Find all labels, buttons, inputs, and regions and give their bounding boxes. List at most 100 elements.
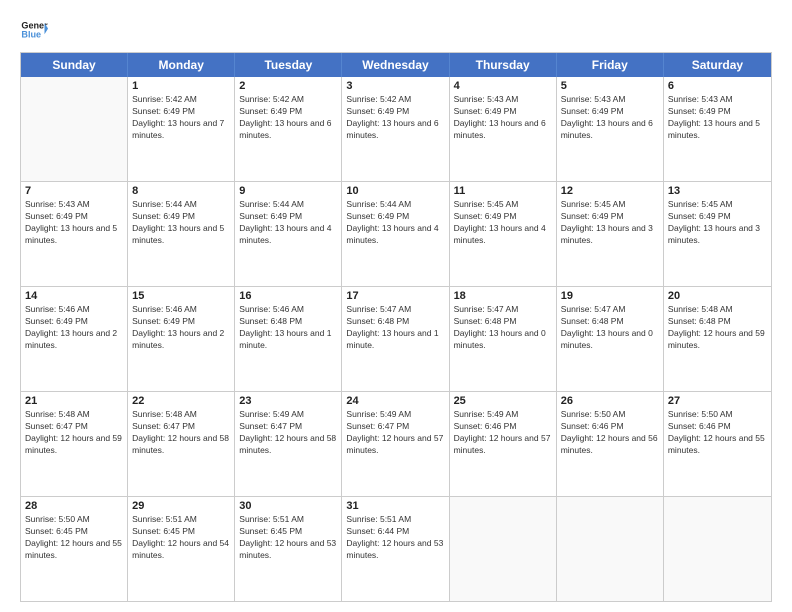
day-info: Sunrise: 5:45 AMSunset: 6:49 PMDaylight:… xyxy=(561,199,659,247)
day-info: Sunrise: 5:44 AMSunset: 6:49 PMDaylight:… xyxy=(132,199,230,247)
day-info: Sunrise: 5:46 AMSunset: 6:49 PMDaylight:… xyxy=(132,304,230,352)
calendar-cell: 21 Sunrise: 5:48 AMSunset: 6:47 PMDayligh… xyxy=(21,392,128,496)
day-number: 6 xyxy=(668,80,767,92)
calendar-cell: 11 Sunrise: 5:45 AMSunset: 6:49 PMDayligh… xyxy=(450,182,557,286)
day-info: Sunrise: 5:49 AMSunset: 6:47 PMDaylight:… xyxy=(346,409,444,457)
calendar-cell: 20 Sunrise: 5:48 AMSunset: 6:48 PMDayligh… xyxy=(664,287,771,391)
day-number: 19 xyxy=(561,290,659,302)
day-number: 13 xyxy=(668,185,767,197)
calendar-cell: 8 Sunrise: 5:44 AMSunset: 6:49 PMDaylight… xyxy=(128,182,235,286)
day-number: 31 xyxy=(346,500,444,512)
calendar-cell: 23Sunrise: 5:49 AMSunset: 6:47 PMDayligh… xyxy=(235,392,342,496)
day-info: Sunrise: 5:45 AMSunset: 6:49 PMDaylight:… xyxy=(668,199,767,247)
day-number: 20 xyxy=(668,290,767,302)
calendar-cell: 2 Sunrise: 5:42 AMSunset: 6:49 PMDaylight… xyxy=(235,77,342,181)
calendar-cell: 17 Sunrise: 5:47 AMSunset: 6:48 PMDayligh… xyxy=(342,287,449,391)
calendar-cell: 9 Sunrise: 5:44 AMSunset: 6:49 PMDaylight… xyxy=(235,182,342,286)
calendar-cell xyxy=(664,497,771,601)
calendar-cell: 14Sunrise: 5:46 AMSunset: 6:49 PMDayligh… xyxy=(21,287,128,391)
day-number: 2 xyxy=(239,80,337,92)
day-info: Sunrise: 5:50 AMSunset: 6:46 PMDaylight:… xyxy=(668,409,767,457)
calendar-row-1: 1 Sunrise: 5:42 AMSunset: 6:49 PMDaylight… xyxy=(21,77,771,181)
day-info: Sunrise: 5:48 AMSunset: 6:47 PMDaylight:… xyxy=(25,409,123,457)
day-info: Sunrise: 5:42 AMSunset: 6:49 PMDaylight:… xyxy=(132,94,230,142)
header-day-tuesday: Tuesday xyxy=(235,53,342,77)
logo: General Blue xyxy=(20,16,48,44)
header-day-friday: Friday xyxy=(557,53,664,77)
calendar-cell: 31 Sunrise: 5:51 AMSunset: 6:44 PMDayligh… xyxy=(342,497,449,601)
day-info: Sunrise: 5:46 AMSunset: 6:49 PMDaylight:… xyxy=(25,304,123,352)
day-info: Sunrise: 5:49 AMSunset: 6:47 PMDaylight:… xyxy=(239,409,337,457)
day-number: 5 xyxy=(561,80,659,92)
calendar-row-5: 28 Sunrise: 5:50 AMSunset: 6:45 PMDayligh… xyxy=(21,496,771,601)
calendar: SundayMondayTuesdayWednesdayThursdayFrid… xyxy=(20,52,772,602)
calendar-body: 1 Sunrise: 5:42 AMSunset: 6:49 PMDaylight… xyxy=(21,77,771,601)
day-number: 16 xyxy=(239,290,337,302)
calendar-cell: 5 Sunrise: 5:43 AMSunset: 6:49 PMDaylight… xyxy=(557,77,664,181)
day-number: 21 xyxy=(25,395,123,407)
calendar-cell: 6 Sunrise: 5:43 AMSunset: 6:49 PMDaylight… xyxy=(664,77,771,181)
calendar-cell: 24Sunrise: 5:49 AMSunset: 6:47 PMDayligh… xyxy=(342,392,449,496)
day-number: 15 xyxy=(132,290,230,302)
calendar-row-2: 7 Sunrise: 5:43 AMSunset: 6:49 PMDaylight… xyxy=(21,181,771,286)
day-number: 22 xyxy=(132,395,230,407)
calendar-cell: 30Sunrise: 5:51 AMSunset: 6:45 PMDayligh… xyxy=(235,497,342,601)
day-info: Sunrise: 5:43 AMSunset: 6:49 PMDaylight:… xyxy=(454,94,552,142)
day-info: Sunrise: 5:44 AMSunset: 6:49 PMDaylight:… xyxy=(346,199,444,247)
calendar-cell: 4 Sunrise: 5:43 AMSunset: 6:49 PMDaylight… xyxy=(450,77,557,181)
day-number: 26 xyxy=(561,395,659,407)
day-number: 17 xyxy=(346,290,444,302)
calendar-cell: 10 Sunrise: 5:44 AMSunset: 6:49 PMDayligh… xyxy=(342,182,449,286)
day-info: Sunrise: 5:45 AMSunset: 6:49 PMDaylight:… xyxy=(454,199,552,247)
calendar-cell: 27 Sunrise: 5:50 AMSunset: 6:46 PMDayligh… xyxy=(664,392,771,496)
calendar-cell: 7 Sunrise: 5:43 AMSunset: 6:49 PMDaylight… xyxy=(21,182,128,286)
svg-text:Blue: Blue xyxy=(21,30,41,40)
header-day-wednesday: Wednesday xyxy=(342,53,449,77)
day-info: Sunrise: 5:51 AMSunset: 6:45 PMDaylight:… xyxy=(239,514,337,562)
day-number: 27 xyxy=(668,395,767,407)
calendar-cell: 15 Sunrise: 5:46 AMSunset: 6:49 PMDayligh… xyxy=(128,287,235,391)
calendar-cell: 28 Sunrise: 5:50 AMSunset: 6:45 PMDayligh… xyxy=(21,497,128,601)
calendar-cell: 1 Sunrise: 5:42 AMSunset: 6:49 PMDaylight… xyxy=(128,77,235,181)
header: General Blue xyxy=(20,16,772,44)
day-info: Sunrise: 5:42 AMSunset: 6:49 PMDaylight:… xyxy=(346,94,444,142)
logo-icon: General Blue xyxy=(20,16,48,44)
calendar-header: SundayMondayTuesdayWednesdayThursdayFrid… xyxy=(21,53,771,77)
day-number: 10 xyxy=(346,185,444,197)
day-number: 4 xyxy=(454,80,552,92)
day-info: Sunrise: 5:46 AMSunset: 6:48 PMDaylight:… xyxy=(239,304,337,352)
day-info: Sunrise: 5:43 AMSunset: 6:49 PMDaylight:… xyxy=(25,199,123,247)
day-info: Sunrise: 5:42 AMSunset: 6:49 PMDaylight:… xyxy=(239,94,337,142)
day-number: 12 xyxy=(561,185,659,197)
header-day-sunday: Sunday xyxy=(21,53,128,77)
day-info: Sunrise: 5:50 AMSunset: 6:46 PMDaylight:… xyxy=(561,409,659,457)
page: General Blue SundayMondayTuesdayWednesda… xyxy=(0,0,792,612)
day-number: 9 xyxy=(239,185,337,197)
day-number: 1 xyxy=(132,80,230,92)
day-number: 8 xyxy=(132,185,230,197)
day-info: Sunrise: 5:49 AMSunset: 6:46 PMDaylight:… xyxy=(454,409,552,457)
day-info: Sunrise: 5:48 AMSunset: 6:48 PMDaylight:… xyxy=(668,304,767,352)
day-info: Sunrise: 5:47 AMSunset: 6:48 PMDaylight:… xyxy=(454,304,552,352)
day-info: Sunrise: 5:43 AMSunset: 6:49 PMDaylight:… xyxy=(561,94,659,142)
header-day-monday: Monday xyxy=(128,53,235,77)
calendar-cell: 13 Sunrise: 5:45 AMSunset: 6:49 PMDayligh… xyxy=(664,182,771,286)
day-info: Sunrise: 5:43 AMSunset: 6:49 PMDaylight:… xyxy=(668,94,767,142)
day-number: 3 xyxy=(346,80,444,92)
day-info: Sunrise: 5:47 AMSunset: 6:48 PMDaylight:… xyxy=(346,304,444,352)
calendar-cell xyxy=(21,77,128,181)
day-info: Sunrise: 5:44 AMSunset: 6:49 PMDaylight:… xyxy=(239,199,337,247)
calendar-cell: 29Sunrise: 5:51 AMSunset: 6:45 PMDayligh… xyxy=(128,497,235,601)
day-info: Sunrise: 5:51 AMSunset: 6:44 PMDaylight:… xyxy=(346,514,444,562)
calendar-cell: 3 Sunrise: 5:42 AMSunset: 6:49 PMDaylight… xyxy=(342,77,449,181)
day-number: 25 xyxy=(454,395,552,407)
day-number: 7 xyxy=(25,185,123,197)
day-number: 29 xyxy=(132,500,230,512)
day-number: 18 xyxy=(454,290,552,302)
calendar-cell: 19 Sunrise: 5:47 AMSunset: 6:48 PMDayligh… xyxy=(557,287,664,391)
day-number: 11 xyxy=(454,185,552,197)
day-info: Sunrise: 5:47 AMSunset: 6:48 PMDaylight:… xyxy=(561,304,659,352)
day-number: 28 xyxy=(25,500,123,512)
calendar-cell: 25 Sunrise: 5:49 AMSunset: 6:46 PMDayligh… xyxy=(450,392,557,496)
day-info: Sunrise: 5:50 AMSunset: 6:45 PMDaylight:… xyxy=(25,514,123,562)
